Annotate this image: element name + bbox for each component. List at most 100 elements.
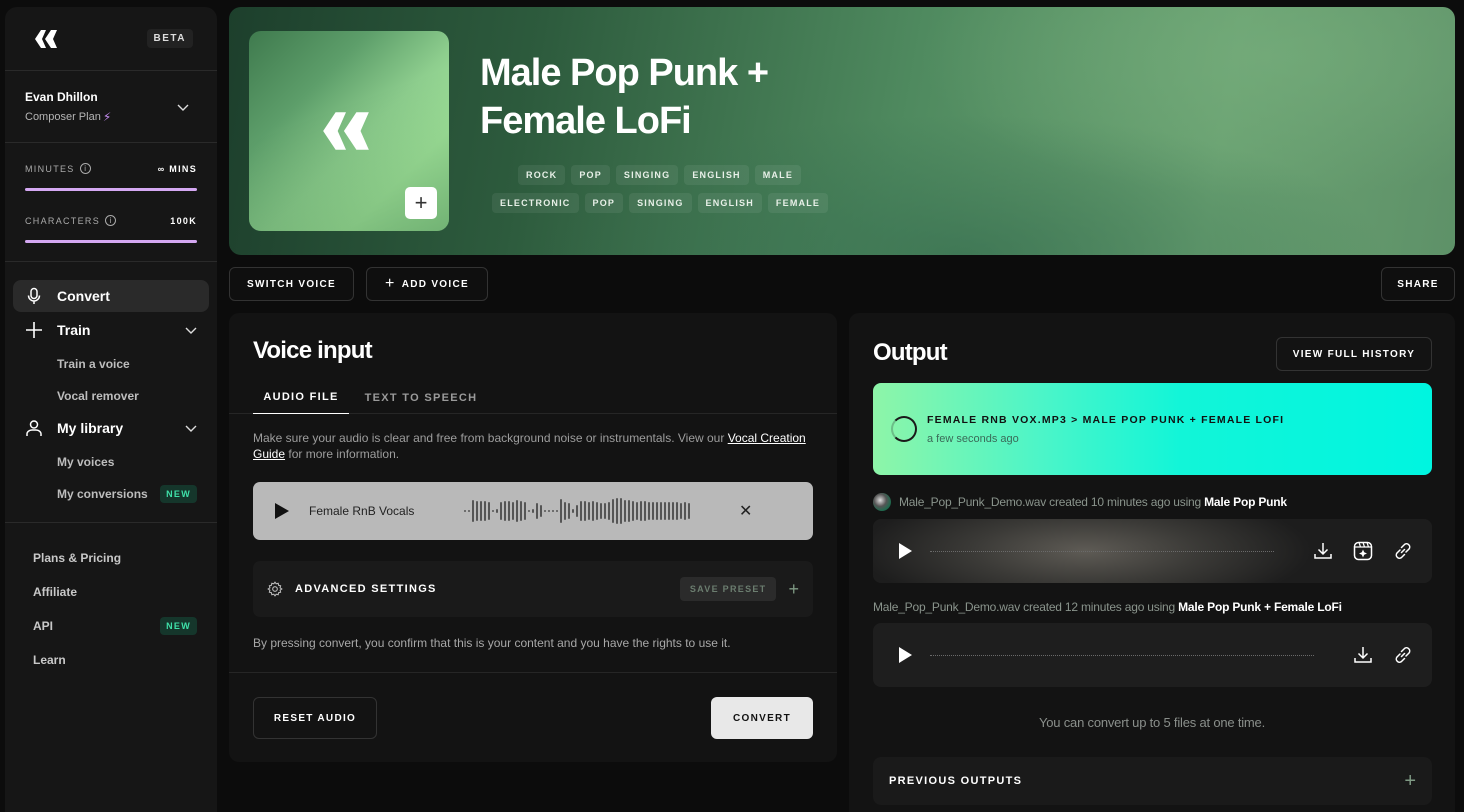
- sidebar-item-vocal-remover[interactable]: Vocal remover: [13, 380, 209, 412]
- chevron-down-icon[interactable]: [177, 101, 189, 113]
- playback-track[interactable]: [930, 550, 1274, 552]
- waveform-bar: [584, 501, 586, 521]
- waveform-bar: [672, 502, 674, 520]
- switch-voice-button[interactable]: SWITCH VOICE: [229, 267, 354, 301]
- waveform-bar: [464, 510, 466, 512]
- waveform-bar: [548, 510, 550, 512]
- sidebar-link-affiliate[interactable]: Affiliate: [5, 575, 217, 609]
- help-text: Make sure your audio is clear and free f…: [253, 430, 813, 462]
- convert-button[interactable]: CONVERT: [711, 697, 813, 739]
- waveform-bar: [512, 502, 514, 520]
- sidebar-item-convert[interactable]: Convert: [13, 280, 209, 312]
- expand-plus-icon[interactable]: +: [788, 579, 799, 600]
- chevron-down-icon[interactable]: [185, 422, 197, 434]
- waveform-bar: [524, 502, 526, 520]
- download-icon[interactable]: [1312, 540, 1334, 562]
- waveform-bar: [616, 498, 618, 524]
- info-icon[interactable]: i: [105, 215, 117, 226]
- close-icon[interactable]: ✕: [739, 501, 752, 521]
- waveform-bar: [552, 510, 554, 512]
- input-tabs: AUDIO FILE TEXT TO SPEECH: [229, 381, 837, 414]
- divider: [229, 672, 837, 673]
- waveform-bar: [496, 509, 498, 513]
- panel-title: Voice input: [253, 337, 373, 364]
- video-sparkle-icon[interactable]: [1352, 540, 1374, 562]
- share-button[interactable]: SHARE: [1381, 267, 1455, 301]
- save-preset-button[interactable]: SAVE PRESET: [679, 577, 777, 601]
- tag: ENGLISH: [697, 193, 762, 213]
- quota-value: 100K: [170, 215, 197, 226]
- plus-icon: +: [385, 275, 396, 292]
- tags-row-male: ROCK POP SINGING ENGLISH MALE: [518, 165, 802, 185]
- waveform-bar: [520, 501, 522, 521]
- waveform-bar: [472, 500, 474, 522]
- expand-plus-icon[interactable]: +: [1404, 770, 1416, 793]
- characters-progress-bar: [25, 240, 197, 243]
- plus-icon: +: [414, 190, 428, 215]
- sidebar-item-my-conversions[interactable]: My conversions NEW: [13, 478, 209, 510]
- waveform-bar: [508, 501, 510, 521]
- sidebar-item-my-voices[interactable]: My voices: [13, 446, 209, 478]
- waveform-bar: [568, 503, 570, 519]
- sidebar-link-learn[interactable]: Learn: [5, 643, 217, 677]
- waveform-bar: [484, 501, 486, 521]
- quota-characters: CHARACTERS i 100K: [25, 215, 197, 226]
- waveform-bar: [572, 509, 574, 513]
- waveform-bar: [688, 503, 690, 519]
- help-text-suffix: for more information.: [285, 447, 400, 461]
- tag: SINGING: [629, 193, 692, 213]
- link-icon[interactable]: [1392, 644, 1414, 666]
- sidebar-link-plans-pricing[interactable]: Plans & Pricing: [5, 541, 217, 575]
- sidebar-item-train-a-voice[interactable]: Train a voice: [13, 348, 209, 380]
- user-plan: Composer Plan ⚡︎: [25, 110, 111, 124]
- voice-input-panel: Voice input AUDIO FILE TEXT TO SPEECH Ma…: [229, 313, 837, 762]
- link-label: Plans & Pricing: [33, 551, 122, 565]
- add-cover-button[interactable]: +: [405, 187, 437, 219]
- output-meta: Male_Pop_Punk_Demo.wav created 12 minute…: [873, 600, 1342, 614]
- user-menu[interactable]: Evan Dhillon Composer Plan ⚡︎: [5, 71, 217, 143]
- sidebar-item-train[interactable]: Train: [13, 314, 209, 346]
- sidebar-item-my-library[interactable]: My library: [13, 412, 209, 444]
- chevron-down-icon[interactable]: [185, 324, 197, 336]
- quota-section: MINUTES i ∞ MINS CHARACTERS i 100K: [5, 143, 217, 262]
- output-meta-text: Male_Pop_Punk_Demo.wav created 10 minute…: [899, 495, 1205, 509]
- waveform[interactable]: [464, 496, 714, 526]
- logo-icon[interactable]: [33, 27, 59, 51]
- waveform-bar: [528, 510, 530, 512]
- nav-sublabel: My voices: [57, 455, 115, 469]
- quota-label: MINUTES: [25, 163, 75, 174]
- add-voice-button[interactable]: + ADD VOICE: [366, 267, 488, 301]
- quota-value: ∞ MINS: [157, 163, 197, 174]
- info-icon[interactable]: i: [79, 163, 91, 174]
- waveform-bar: [560, 499, 562, 523]
- nav-label: Train: [57, 322, 91, 338]
- nav-sublabel: Train a voice: [57, 357, 130, 371]
- tab-audio-file[interactable]: AUDIO FILE: [253, 381, 349, 414]
- logo-icon: [323, 112, 369, 150]
- play-icon[interactable]: [899, 543, 912, 559]
- nav-sublabel: My conversions: [57, 487, 148, 501]
- reset-audio-button[interactable]: RESET AUDIO: [253, 697, 377, 739]
- new-badge: NEW: [160, 617, 197, 635]
- waveform-bar: [684, 502, 686, 520]
- play-icon[interactable]: [275, 503, 289, 519]
- waveform-bar: [468, 510, 470, 512]
- sidebar-header: BETA: [5, 7, 217, 71]
- link-icon[interactable]: [1392, 540, 1414, 562]
- loading-spinner-icon: [891, 416, 917, 442]
- play-icon[interactable]: [899, 647, 912, 663]
- previous-outputs-accordion[interactable]: PREVIOUS OUTPUTS +: [873, 757, 1432, 805]
- microphone-icon: [27, 287, 41, 304]
- advanced-settings[interactable]: ADVANCED SETTINGS SAVE PRESET +: [253, 561, 813, 617]
- playback-track[interactable]: [930, 654, 1314, 656]
- view-full-history-button[interactable]: VIEW FULL HISTORY: [1276, 337, 1432, 371]
- user-icon: [26, 420, 42, 436]
- waveform-bar: [640, 501, 642, 521]
- tag: POP: [571, 165, 610, 185]
- waveform-bar: [680, 503, 682, 519]
- waveform-bar: [500, 502, 502, 520]
- sidebar-link-api[interactable]: API NEW: [5, 609, 217, 643]
- tab-text-to-speech[interactable]: TEXT TO SPEECH: [361, 381, 481, 414]
- download-icon[interactable]: [1352, 644, 1374, 666]
- help-text-body: Make sure your audio is clear and free f…: [253, 431, 728, 445]
